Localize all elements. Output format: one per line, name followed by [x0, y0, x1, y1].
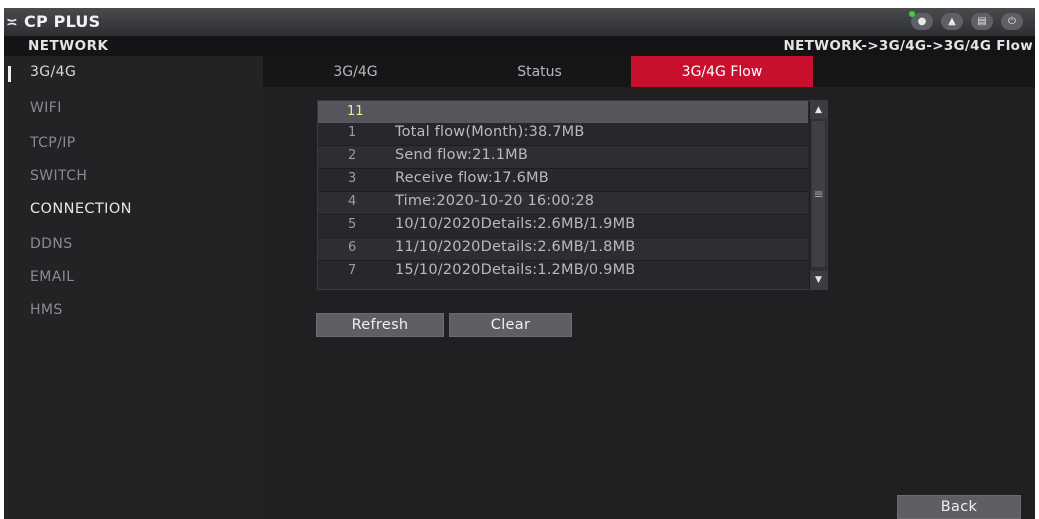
sidebar: 3G/4G WIFI TCP/IP SWITCH CONNECTION DDNS… — [4, 56, 263, 519]
power-glyph: ⏻ — [1008, 16, 1016, 27]
row-text: Send flow:21.1MB — [395, 147, 529, 163]
row-number: 1 — [348, 125, 357, 140]
sidebar-item-hms[interactable]: HMS — [30, 302, 63, 318]
breadcrumb: NETWORK->3G/4G->3G/4G Flow — [783, 38, 1033, 54]
row-text: 11/10/2020Details:2.6MB/1.8MB — [395, 239, 636, 255]
list-item[interactable]: 3 Receive flow:17.6MB — [318, 169, 808, 192]
list-header: 11 — [318, 101, 808, 123]
list-header-count: 11 — [347, 104, 364, 119]
row-text: Total flow(Month):38.7MB — [395, 124, 585, 140]
tab-status[interactable]: Status — [448, 56, 631, 87]
list-scrollbar[interactable]: ▲ ≡ ▼ — [809, 101, 827, 289]
logo: CP PLUS — [24, 12, 101, 31]
list-item[interactable]: 1 Total flow(Month):38.7MB — [318, 123, 808, 146]
tab-bar: 3G/4G Status 3G/4G Flow — [263, 56, 1035, 87]
row-text: Receive flow:17.6MB — [395, 170, 549, 186]
list-item[interactable]: 2 Send flow:21.1MB — [318, 146, 808, 169]
row-number: 6 — [348, 240, 357, 255]
camera-icon[interactable]: ● — [909, 11, 933, 30]
menu-glyph: ▤ — [977, 16, 987, 27]
sidebar-item-connection[interactable]: CONNECTION — [30, 201, 132, 217]
scroll-thumb[interactable]: ≡ — [812, 121, 825, 267]
row-text: 15/10/2020Details:1.2MB/0.9MB — [395, 262, 636, 278]
row-text: 10/10/2020Details:2.6MB/1.9MB — [395, 216, 636, 232]
logo-icon: ≍ — [6, 15, 18, 31]
sidebar-item-wifi[interactable]: WIFI — [30, 100, 62, 116]
flow-list: 11 1 Total flow(Month):38.7MB 2 Send flo… — [317, 100, 828, 290]
row-number: 3 — [348, 171, 357, 186]
user-icon[interactable]: ▲ — [941, 13, 963, 30]
camera-glyph: ● — [917, 16, 927, 27]
clear-button[interactable]: Clear — [449, 313, 572, 337]
row-number: 5 — [348, 217, 357, 232]
back-button[interactable]: Back — [897, 495, 1021, 519]
active-indicator — [8, 66, 11, 82]
title-bar: ≍ CP PLUS ● ▲ ▤ ⏻ — [4, 8, 1035, 36]
list-item[interactable]: 5 10/10/2020Details:2.6MB/1.9MB — [318, 215, 808, 238]
list-item[interactable]: 7 15/10/2020Details:1.2MB/0.9MB — [318, 261, 808, 283]
menu-icon[interactable]: ▤ — [971, 13, 993, 30]
sidebar-item-switch[interactable]: SWITCH — [30, 168, 87, 184]
path-bar: NETWORK NETWORK->3G/4G->3G/4G Flow — [4, 36, 1035, 56]
scroll-up-icon[interactable]: ▲ — [810, 101, 827, 119]
refresh-button[interactable]: Refresh — [316, 313, 444, 337]
row-number: 4 — [348, 194, 357, 209]
online-status-dot — [909, 11, 915, 17]
sidebar-item-email[interactable]: EMAIL — [30, 269, 74, 285]
list-item[interactable]: 6 11/10/2020Details:2.6MB/1.8MB — [318, 238, 808, 261]
row-number: 7 — [348, 263, 357, 278]
row-text: Time:2020-10-20 16:00:28 — [395, 193, 595, 209]
section-title: NETWORK — [28, 38, 109, 54]
tab-3g4g-flow[interactable]: 3G/4G Flow — [631, 56, 813, 87]
sidebar-item-3g4g[interactable]: 3G/4G — [30, 64, 76, 80]
scroll-down-icon[interactable]: ▼ — [810, 271, 827, 289]
app-window: ≍ CP PLUS ● ▲ ▤ ⏻ NETWORK NETWORK->3G/4G… — [4, 8, 1035, 519]
tab-3g4g[interactable]: 3G/4G — [263, 56, 448, 87]
row-number: 2 — [348, 148, 357, 163]
title-icons: ● ▲ ▤ ⏻ — [909, 11, 1023, 30]
power-icon[interactable]: ⏻ — [1001, 13, 1023, 30]
sidebar-item-tcpip[interactable]: TCP/IP — [30, 135, 76, 151]
list-item[interactable]: 4 Time:2020-10-20 16:00:28 — [318, 192, 808, 215]
sidebar-item-ddns[interactable]: DDNS — [30, 236, 73, 252]
user-glyph: ▲ — [948, 16, 956, 27]
